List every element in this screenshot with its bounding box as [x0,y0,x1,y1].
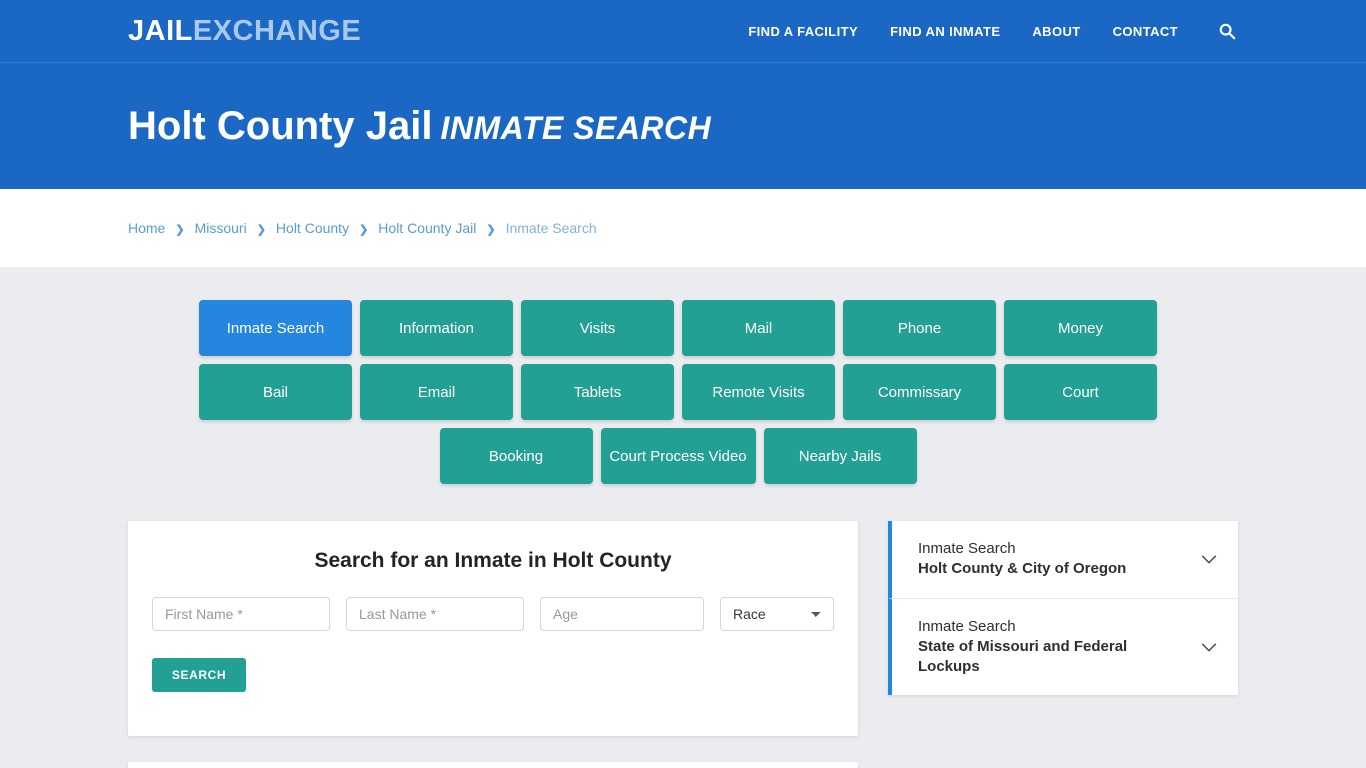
content-columns: Search for an Inmate in Holt County Race… [128,484,1238,768]
tab-inmate-search[interactable]: Inmate Search [199,300,352,356]
inmate-search-accordion: Inmate Search Holt County & City of Oreg… [888,521,1238,696]
breadcrumb-separator-icon: ❯ [359,223,369,236]
nav-item-about[interactable]: ABOUT [1032,24,1080,39]
tab-tablets[interactable]: Tablets [521,364,674,420]
main-content: Inmate Search Information Visits Mail Ph… [0,267,1366,768]
right-column: Inmate Search Holt County & City of Oreg… [888,521,1238,696]
breadcrumb-separator-icon: ❯ [486,223,496,236]
tab-nearby-jails[interactable]: Nearby Jails [763,428,917,484]
breadcrumb-separator-icon: ❯ [175,223,185,236]
accordion-item-subtitle: Holt County & City of Oregon [918,560,1127,578]
tab-court-process-video[interactable]: Court Process Video [600,428,756,484]
nav-item-find-an-inmate[interactable]: FIND AN INMATE [890,24,1000,39]
main-navigation: FIND A FACILITY FIND AN INMATE ABOUT CON… [748,20,1238,42]
search-fields-row: Race [152,597,834,631]
breadcrumb-item-holt-county[interactable]: Holt County [276,220,349,236]
breadcrumb-bar: Home ❯ Missouri ❯ Holt County ❯ Holt Cou… [0,189,1366,267]
tab-money[interactable]: Money [1004,300,1157,356]
tab-visits[interactable]: Visits [521,300,674,356]
facility-tab-bar: Inmate Search Information Visits Mail Ph… [128,267,1228,484]
race-select[interactable]: Race [720,597,834,631]
tab-booking[interactable]: Booking [439,428,593,484]
age-input[interactable] [540,597,704,631]
tab-phone[interactable]: Phone [843,300,996,356]
tab-commissary[interactable]: Commissary [843,364,996,420]
last-name-input[interactable] [346,597,524,631]
logo-text-jail: JAIL [128,14,193,47]
accordion-item-state-missouri[interactable]: Inmate Search State of Missouri and Fede… [888,598,1238,696]
accordion-item-text: Inmate Search Holt County & City of Oreg… [918,539,1186,580]
chevron-down-icon[interactable] [1198,548,1220,570]
accordion-item-text: Inmate Search State of Missouri and Fede… [918,617,1186,678]
breadcrumb: Home ❯ Missouri ❯ Holt County ❯ Holt Cou… [128,220,597,236]
breadcrumb-item-missouri[interactable]: Missouri [195,220,247,236]
inmate-search-card: Search for an Inmate in Holt County Race… [128,521,858,736]
page-title: Holt County Jail INMATE SEARCH [128,104,711,148]
breadcrumb-separator-icon: ❯ [256,223,266,236]
tab-mail[interactable]: Mail [682,300,835,356]
tab-bail[interactable]: Bail [199,364,352,420]
site-logo[interactable]: JAILEXCHANGE [128,15,361,48]
breadcrumb-item-holt-county-jail[interactable]: Holt County Jail [378,220,476,236]
tab-email[interactable]: Email [360,364,513,420]
nav-item-contact[interactable]: CONTACT [1113,24,1178,39]
accordion-item-holt-county[interactable]: Inmate Search Holt County & City of Oreg… [888,521,1238,599]
page-title-sub: INMATE SEARCH [440,110,712,146]
breadcrumb-item-current: Inmate Search [505,220,597,236]
search-icon[interactable] [1216,20,1238,42]
nav-item-find-a-facility[interactable]: FIND A FACILITY [748,24,858,39]
accordion-item-title: Inmate Search [918,617,1016,635]
accordion-item-title: Inmate Search [918,540,1016,557]
breadcrumb-item-home[interactable]: Home [128,220,165,236]
tab-information[interactable]: Information [360,300,513,356]
left-column: Search for an Inmate in Holt County Race… [128,521,858,768]
page-title-main: Holt County Jail [128,104,433,148]
tab-remote-visits[interactable]: Remote Visits [682,364,835,420]
logo-text-exchange: EXCHANGE [192,14,362,47]
tab-court[interactable]: Court [1004,364,1157,420]
search-submit-button[interactable]: SEARCH [152,658,246,692]
search-card-title: Search for an Inmate in Holt County [314,549,672,572]
site-header: JAILEXCHANGE FIND A FACILITY FIND AN INM… [0,0,1366,63]
first-name-input[interactable] [152,597,330,631]
chevron-down-icon[interactable] [1198,636,1220,658]
page-hero: Holt County Jail INMATE SEARCH [0,63,1366,189]
accordion-item-subtitle: State of Missouri and Federal Lockups [918,637,1128,675]
secondary-results-card [128,762,858,768]
